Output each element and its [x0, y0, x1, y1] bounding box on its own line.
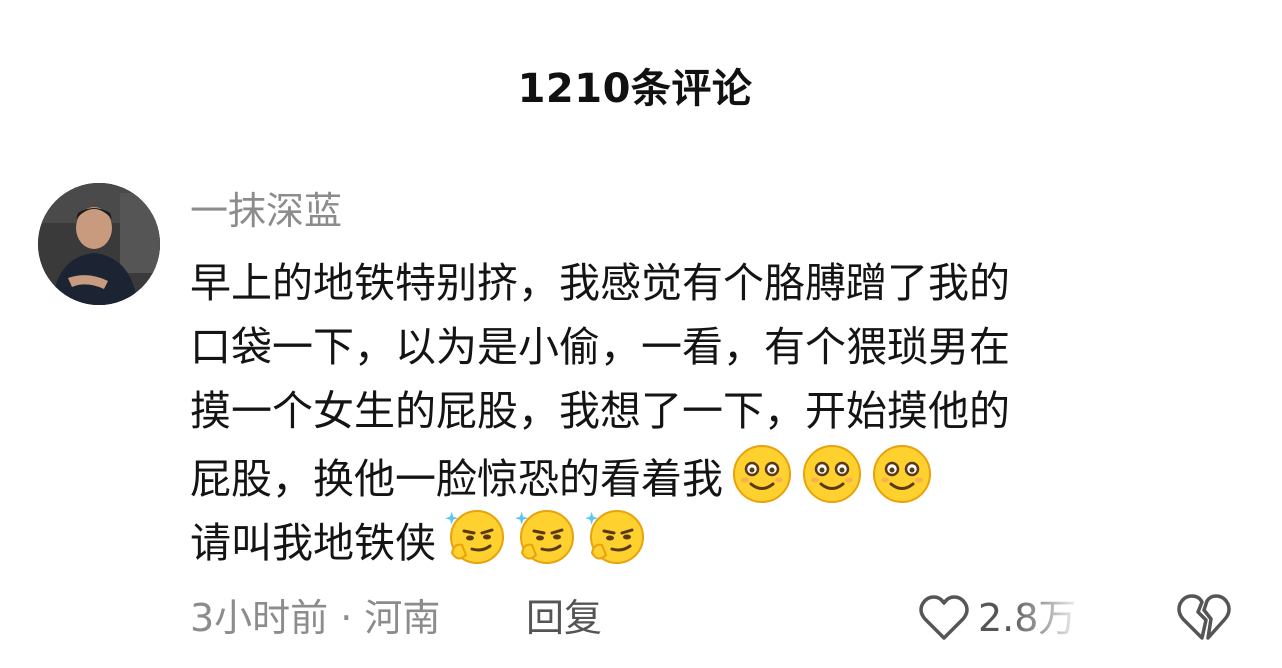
broken-heart-icon[interactable] — [1175, 592, 1233, 644]
comment-line-4: 屁股，换他一脸惊恐的看着我 — [190, 443, 1180, 507]
comment-line-5: 请叫我地铁侠 — [190, 507, 1180, 571]
grinning-face-emoji — [871, 443, 933, 505]
smug-face-emoji — [444, 507, 506, 569]
avatar-photo — [38, 183, 160, 305]
comments-count-title: 1210条评论 — [517, 66, 753, 112]
smug-face-emoji — [584, 507, 646, 569]
comment-text: 早上的地铁特别挤，我感觉有个胳膊蹭了我的 口袋一下，以为是小偷，一看，有个猥琐男… — [190, 251, 1180, 571]
grinning-face-emoji — [801, 443, 863, 505]
heart-outline-icon — [919, 595, 969, 640]
comment-line-3: 摸一个女生的屁股，我想了一下，开始摸他的 — [190, 387, 1010, 435]
reply-button[interactable]: 回复 — [526, 592, 602, 644]
comment-username[interactable]: 一抹深蓝 — [190, 186, 342, 236]
comment-line-1: 早上的地铁特别挤，我感觉有个胳膊蹭了我的 — [190, 259, 1010, 307]
smug-face-emoji — [514, 507, 576, 569]
comment-time-location: 3小时前 · 河南 — [190, 596, 441, 640]
avatar[interactable] — [38, 183, 160, 305]
like-button[interactable]: 2.8万 — [918, 592, 1098, 644]
like-count-fade — [1008, 592, 1098, 644]
comment-line-5-text: 请叫我地铁侠 — [190, 519, 436, 567]
comment-line-4-text: 屁股，换他一脸惊恐的看着我 — [190, 455, 723, 503]
comment-line-2: 口袋一下，以为是小偷，一看，有个猥琐男在 — [190, 323, 1010, 371]
comment-footer: 3小时前 · 河南 回复 2.8万 — [190, 592, 1250, 644]
grinning-face-emoji — [731, 443, 793, 505]
